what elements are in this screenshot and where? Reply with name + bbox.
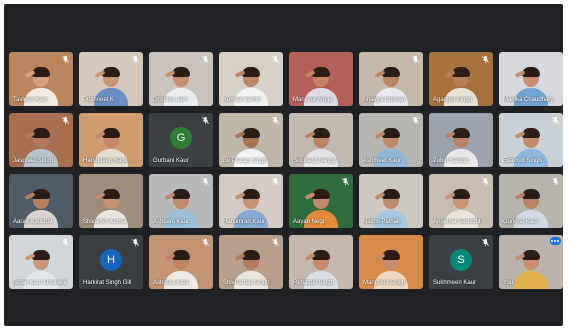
mic-muted-icon (132, 55, 139, 64)
participant-name: You (503, 280, 514, 286)
participant-grid: Tavleen Kaur Pushneet K Drishika Jain Ku… (9, 52, 563, 292)
participant-name: Manpreet Singh (363, 280, 406, 286)
participant-tile[interactable]: Gurkirat Kaur (499, 174, 563, 228)
participant-name: Ekamjot Singh (503, 158, 542, 164)
mic-muted-icon (202, 116, 209, 125)
self-tile[interactable]: You (499, 235, 563, 289)
participant-name: Angelina Vashisht (433, 219, 481, 225)
participant-tile[interactable]: S Sukhmeen Kaur (429, 235, 493, 289)
mic-muted-icon (412, 116, 419, 125)
participant-name: Kunwar Sahib (223, 97, 261, 103)
participant-name: Nainsi Pathak (363, 219, 401, 225)
mic-muted-icon (202, 177, 209, 186)
participant-tile[interactable]: Agamjot Singh (429, 52, 493, 106)
avatar: G (170, 127, 192, 149)
participant-name: Tavleen Kaur (13, 97, 49, 103)
mic-muted-icon (272, 238, 279, 247)
participant-tile[interactable]: Kunwar Sahib (219, 52, 283, 106)
participant-tile[interactable]: Sidak Kaur Dhaliwal (9, 235, 73, 289)
participant-tile[interactable]: ShivPartap Singh (219, 235, 283, 289)
participant-tile[interactable]: Drishika Jain (149, 52, 213, 106)
participant-name: Manisha Ahuja (293, 97, 333, 103)
mic-muted-icon (132, 238, 139, 247)
participant-tile[interactable]: Angelina Vashisht (429, 174, 493, 228)
participant-tile[interactable]: G Gurbani Kaur (149, 113, 213, 167)
avatar: S (450, 249, 472, 271)
participant-name: Ashbani Kaur (153, 219, 190, 225)
mic-muted-icon (272, 116, 279, 125)
mic-muted-icon (272, 55, 279, 64)
avatar: H (100, 249, 122, 271)
participant-tile[interactable]: Aayan Negi (289, 174, 353, 228)
mic-muted-icon (552, 116, 559, 125)
participant-name: Aayan Negi (293, 219, 325, 225)
participant-tile[interactable]: Ekamjot Singh (499, 113, 563, 167)
participant-name: Gurkirat Kaur (503, 219, 539, 225)
participant-name: Zubin Kahlon (433, 158, 469, 164)
participant-name: Shivansh Kumar (83, 219, 128, 225)
participant-tile[interactable]: Nainsi Pathak (359, 174, 423, 228)
meeting-screen: Tavleen Kaur Pushneet K Drishika Jain Ku… (0, 0, 569, 330)
participant-tile[interactable]: H Harkirat Singh Gill (79, 235, 143, 289)
participant-name: ShivPartap Singh (223, 280, 270, 286)
participant-tile[interactable]: Manika Chaudhary (499, 52, 563, 106)
participant-name: Sukhmeen Kaur (433, 280, 477, 286)
participant-tile[interactable]: Ashbani Kaur (149, 174, 213, 228)
mic-muted-icon (552, 177, 559, 186)
participant-name: Bir Pratap Singh (223, 158, 267, 164)
participant-name: Agamjot Singh (433, 97, 473, 103)
participant-name: Harsimran Kaur (223, 219, 266, 225)
participant-tile[interactable]: Rehatpal Singh (289, 235, 353, 289)
participant-name: Bhavya Chiman (363, 97, 406, 103)
more-options-dot (554, 240, 556, 242)
participant-name: Manika Chaudhary (503, 97, 554, 103)
mic-muted-icon (482, 55, 489, 64)
participant-tile[interactable]: Pushneet K (79, 52, 143, 106)
more-options-icon[interactable] (550, 237, 561, 245)
participant-tile[interactable]: Jaspreet Singh (9, 113, 73, 167)
participant-name: Harshdeep Kalsi (83, 158, 128, 164)
participant-name: Ashmita Kaur (153, 280, 190, 286)
mic-muted-icon (62, 116, 69, 125)
mic-muted-icon (202, 238, 209, 247)
participant-tile[interactable]: Manpreet Singh (359, 235, 423, 289)
mic-muted-icon (482, 177, 489, 186)
participant-tile[interactable]: Tavleen Kaur (9, 52, 73, 106)
participant-name: Pushneet K (83, 97, 115, 103)
mic-muted-icon (202, 55, 209, 64)
mic-muted-icon (272, 177, 279, 186)
participant-tile[interactable]: Bhavya Chiman (359, 52, 423, 106)
participant-name: Rehatpal Singh (293, 280, 335, 286)
mic-muted-icon (412, 55, 419, 64)
participant-tile[interactable]: Ashmita Kaur (149, 235, 213, 289)
participant-tile[interactable]: Ashmeet Kaur (359, 113, 423, 167)
participant-name: Drishika Jain (153, 97, 188, 103)
more-options-dot (557, 240, 559, 242)
participant-name: Siddhant Nandy (293, 158, 336, 164)
participant-name: Jaspreet Singh (13, 158, 54, 164)
participant-name: Gurbani Kaur (153, 158, 189, 164)
mic-muted-icon (62, 238, 69, 247)
participant-name: Aarav Kaushal (13, 219, 53, 225)
participant-tile[interactable]: Zubin Kahlon (429, 113, 493, 167)
participant-tile[interactable]: Siddhant Nandy (289, 113, 353, 167)
participant-name: Ashmeet Kaur (363, 158, 402, 164)
mic-muted-icon (482, 238, 489, 247)
video-call-window: Tavleen Kaur Pushneet K Drishika Jain Ku… (4, 4, 563, 326)
mic-muted-icon (62, 55, 69, 64)
participant-tile[interactable]: Manisha Ahuja (289, 52, 353, 106)
mic-muted-icon (342, 177, 349, 186)
participant-tile[interactable]: Shivansh Kumar (79, 174, 143, 228)
participant-tile[interactable]: Aarav Kaushal (9, 174, 73, 228)
participant-tile[interactable]: Bir Pratap Singh (219, 113, 283, 167)
participant-name: Harkirat Singh Gill (83, 280, 132, 286)
participant-name: Sidak Kaur Dhaliwal (13, 280, 67, 286)
participant-tile[interactable]: Harsimran Kaur (219, 174, 283, 228)
participant-tile[interactable]: Harshdeep Kalsi (79, 113, 143, 167)
more-options-dot (551, 240, 553, 242)
